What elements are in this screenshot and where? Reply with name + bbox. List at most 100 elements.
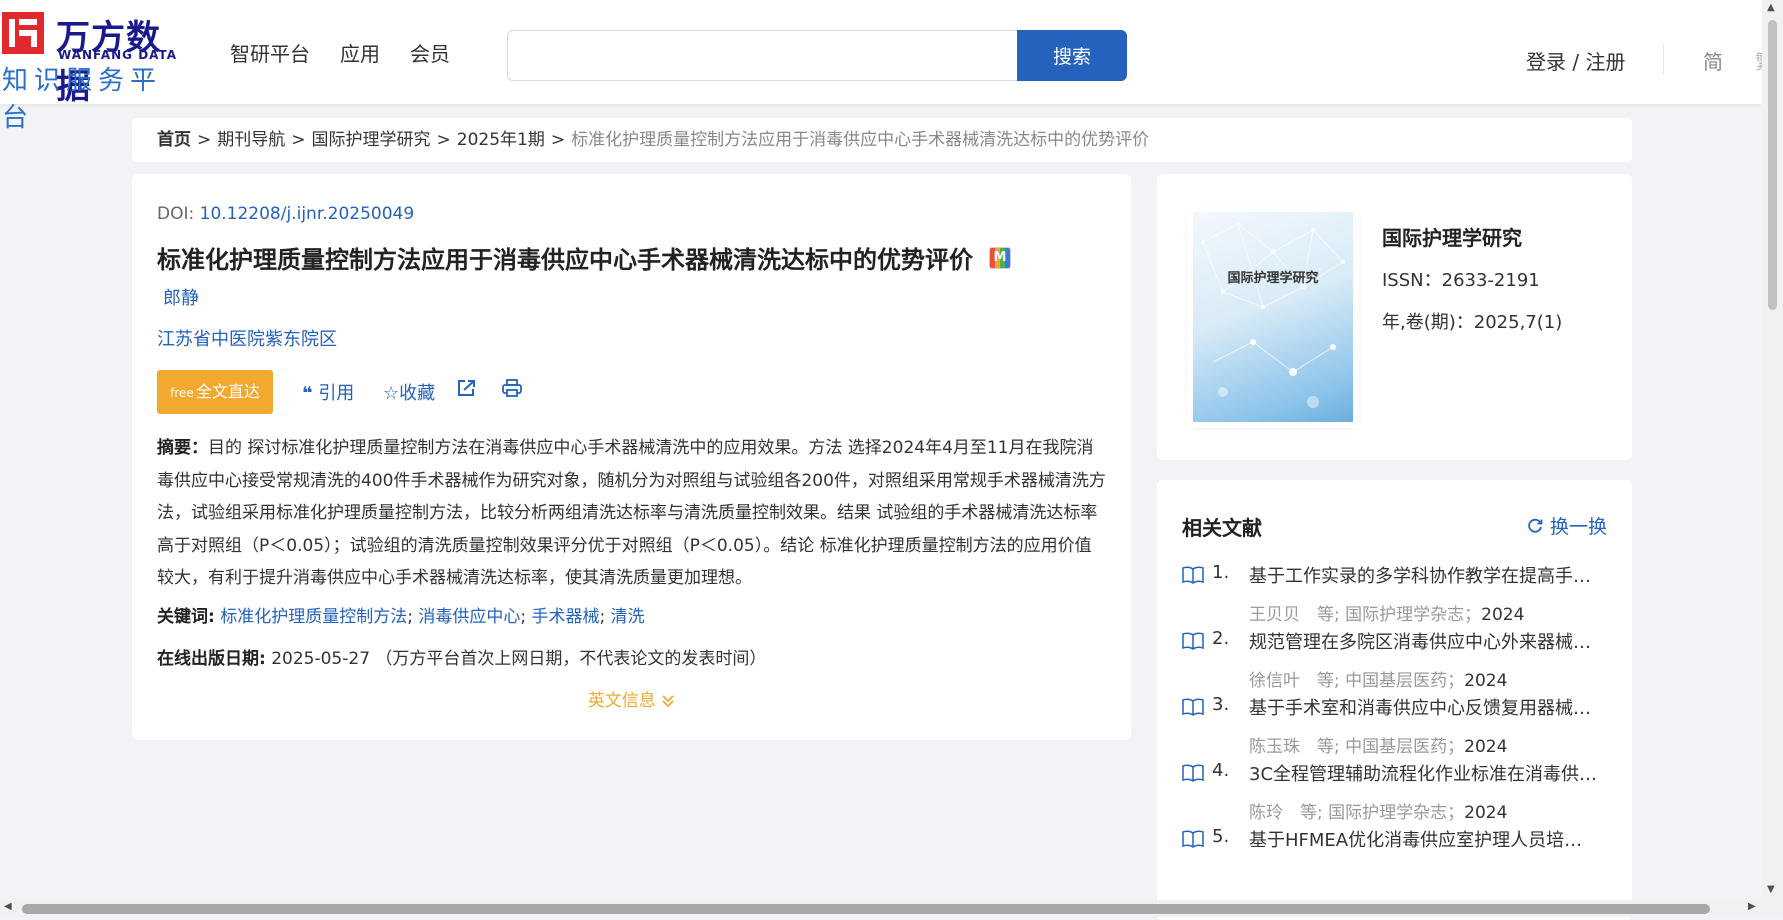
book-icon xyxy=(1182,566,1204,584)
book-icon xyxy=(1182,830,1204,848)
horizontal-scrollbar[interactable]: ◀ ▶ xyxy=(0,900,1783,917)
cite-button[interactable]: ❝ 引用 xyxy=(302,379,354,405)
scroll-left-arrow-icon[interactable]: ◀ xyxy=(4,901,12,912)
double-chevron-down-icon xyxy=(661,691,675,711)
related-item-authors: 陈玲 等; xyxy=(1249,803,1323,823)
organization-link[interactable]: 江苏省中医院紫东院区 xyxy=(157,325,337,351)
lang-traditional-toggle[interactable]: 繁 xyxy=(1755,46,1762,75)
related-item-source[interactable]: 中国基层医药； xyxy=(1345,737,1464,757)
cite-label: 引用 xyxy=(318,383,355,404)
related-item-year: 2024 xyxy=(1464,737,1508,757)
journal-issn: ISSN：2633-2191 xyxy=(1382,270,1540,291)
scroll-right-arrow-icon[interactable]: ▶ xyxy=(1748,901,1756,912)
abstract: 摘要：目的 探讨标准化护理质量控制方法在消毒供应中心手术器械清洗中的应用效果。方… xyxy=(157,432,1107,595)
related-item-number: 5. xyxy=(1212,826,1230,847)
related-item-title[interactable]: 规范管理在多院区消毒供应中心外来器械及... xyxy=(1249,628,1599,654)
author-link[interactable]: 郎静 xyxy=(163,284,199,310)
search-input[interactable] xyxy=(507,30,1017,81)
keyword-link[interactable]: 消毒供应中心 xyxy=(418,607,520,627)
breadcrumb-current: 标准化护理质量控制方法应用于消毒供应中心手术器械清洗达标中的优势评价 xyxy=(571,130,1150,150)
doi-label: DOI: xyxy=(157,204,195,224)
cover-title: 国际护理学研究 xyxy=(1227,271,1319,286)
related-item-source[interactable]: 国际护理学杂志； xyxy=(1345,605,1481,625)
book-icon xyxy=(1182,764,1204,782)
fulltext-button-label: 全文直达 xyxy=(195,382,260,401)
related-item-number: 1. xyxy=(1212,562,1230,583)
nav-item-membership[interactable]: 会员 xyxy=(410,38,450,67)
related-item-number: 2. xyxy=(1212,628,1230,649)
m-badge-icon[interactable]: M xyxy=(989,247,1011,269)
online-date-label: 在线出版日期: xyxy=(157,649,266,669)
refresh-icon xyxy=(1526,516,1550,538)
horizontal-scroll-thumb[interactable] xyxy=(22,904,1710,914)
fulltext-button[interactable]: free 全文直达 xyxy=(157,370,273,414)
cover-network-pattern xyxy=(1201,222,1345,408)
free-document-icon: free xyxy=(170,386,194,400)
related-item-number: 4. xyxy=(1212,760,1230,781)
breadcrumb-separator: > xyxy=(197,130,212,150)
related-item-title[interactable]: 3C全程管理辅助流程化作业标准在消毒供应... xyxy=(1249,760,1599,786)
related-item-authors: 徐信叶 等; xyxy=(1249,671,1340,691)
online-date-row: 在线出版日期: 2025-05-27 （万方平台首次上网日期，不代表论文的发表时… xyxy=(157,644,766,669)
lang-simplified-toggle[interactable]: 简 xyxy=(1703,46,1723,75)
share-icon[interactable] xyxy=(456,378,478,403)
journal-volume: 年,卷(期)：2025,7(1) xyxy=(1382,312,1563,333)
scroll-up-arrow-icon[interactable]: ▲ xyxy=(1767,2,1775,13)
keyword-link[interactable]: 手术器械 xyxy=(532,607,600,627)
breadcrumb-separator: > xyxy=(436,130,451,150)
article-card: DOI: 10.12208/j.ijnr.20250049 标准化护理质量控制方… xyxy=(132,174,1131,740)
related-item-meta: 王贝贝 等; 国际护理学杂志；2024 xyxy=(1249,600,1524,625)
nav-item-research-platform[interactable]: 智研平台 xyxy=(230,38,310,67)
breadcrumb-journal[interactable]: 国际护理学研究 xyxy=(312,130,431,150)
vertical-scroll-thumb[interactable] xyxy=(1768,20,1777,310)
breadcrumb-journal-nav[interactable]: 期刊导航 xyxy=(217,130,285,150)
print-icon[interactable] xyxy=(501,378,523,403)
breadcrumb-home[interactable]: 首页 xyxy=(157,130,191,150)
related-item-title[interactable]: 基于手术室和消毒供应中心反馈复用器械不... xyxy=(1249,694,1599,720)
keywords-label: 关键词: xyxy=(157,607,215,627)
related-literature-card: 相关文献 换一换 1. 基于工作实录的多学科协作教学在提高手术... 王贝贝 等… xyxy=(1157,480,1632,920)
search-button[interactable]: 搜索 xyxy=(1017,30,1127,81)
login-register-link[interactable]: 登录 / 注册 xyxy=(1526,46,1625,75)
main-nav: 智研平台 应用 会员 xyxy=(230,38,450,67)
collect-label: 收藏 xyxy=(399,383,436,404)
collect-button[interactable]: ☆收藏 xyxy=(383,379,435,405)
related-title: 相关文献 xyxy=(1182,516,1262,540)
keyword-link[interactable]: 标准化护理质量控制方法 xyxy=(220,607,407,627)
related-item-year: 2024 xyxy=(1464,671,1508,691)
breadcrumb: 首页 > 期刊导航 > 国际护理学研究 >2025年1期 > 标准化护理质量控制方法应用于消毒… xyxy=(132,118,1632,162)
related-item-source[interactable]: 国际护理学杂志； xyxy=(1328,803,1464,823)
article-title: 标准化护理质量控制方法应用于消毒供应中心手术器械清洗达标中的优势评价 M xyxy=(157,240,1011,275)
printer-icon-graphic xyxy=(502,379,522,397)
wanfang-logo-mark-icon xyxy=(2,12,44,54)
related-item-authors: 王贝贝 等; xyxy=(1249,605,1340,625)
header-divider xyxy=(1663,44,1664,74)
related-item-number: 3. xyxy=(1212,694,1230,715)
keyword-link[interactable]: 清洗 xyxy=(611,607,645,627)
english-info-toggle[interactable]: 英文信息 xyxy=(132,686,1131,711)
related-item-year: 2024 xyxy=(1464,803,1508,823)
vertical-scrollbar[interactable]: ▲ ▼ xyxy=(1762,0,1783,900)
scroll-down-arrow-icon[interactable]: ▼ xyxy=(1767,884,1775,895)
journal-card: 国际护理学研究 国际护理学研究 ISSN：2633-2191 年,卷(期)：20… xyxy=(1157,174,1632,460)
related-item-year: 2024 xyxy=(1481,605,1525,625)
doi-link[interactable]: 10.12208/j.ijnr.20250049 xyxy=(200,204,415,224)
wanfang-logo[interactable]: 万方数据 WANFANG DATA 知识服务平台 xyxy=(0,8,190,133)
related-item-meta: 徐信叶 等; 中国基层医药；2024 xyxy=(1249,666,1507,691)
journal-name[interactable]: 国际护理学研究 xyxy=(1382,222,1522,251)
related-item-title[interactable]: 基于工作实录的多学科协作教学在提高手术... xyxy=(1249,562,1599,588)
refresh-button[interactable]: 换一换 xyxy=(1526,512,1607,539)
doi-line: DOI: 10.12208/j.ijnr.20250049 xyxy=(157,204,414,224)
related-item-title[interactable]: 基于HFMEA优化消毒供应室护理人员培训流... xyxy=(1249,826,1599,852)
english-info-label: 英文信息 xyxy=(587,691,656,711)
related-item-source[interactable]: 中国基层医药； xyxy=(1345,671,1464,691)
star-icon: ☆ xyxy=(383,383,400,404)
abstract-text: 目的 探讨标准化护理质量控制方法在消毒供应中心手术器械清洗中的应用效果。方法 选… xyxy=(157,438,1106,588)
related-item-meta: 陈玲 等; 国际护理学杂志；2024 xyxy=(1249,798,1507,823)
keywords-row: 关键词: 标准化护理质量控制方法; 消毒供应中心; 手术器械; 清洗 xyxy=(157,607,645,627)
nav-item-apps[interactable]: 应用 xyxy=(340,38,380,67)
related-item-authors: 陈玉珠 等; xyxy=(1249,737,1340,757)
share-icon-graphic xyxy=(458,380,475,396)
breadcrumb-issue[interactable]: 2025年1期 xyxy=(457,130,545,150)
journal-cover-image[interactable]: 国际护理学研究 xyxy=(1193,212,1353,422)
